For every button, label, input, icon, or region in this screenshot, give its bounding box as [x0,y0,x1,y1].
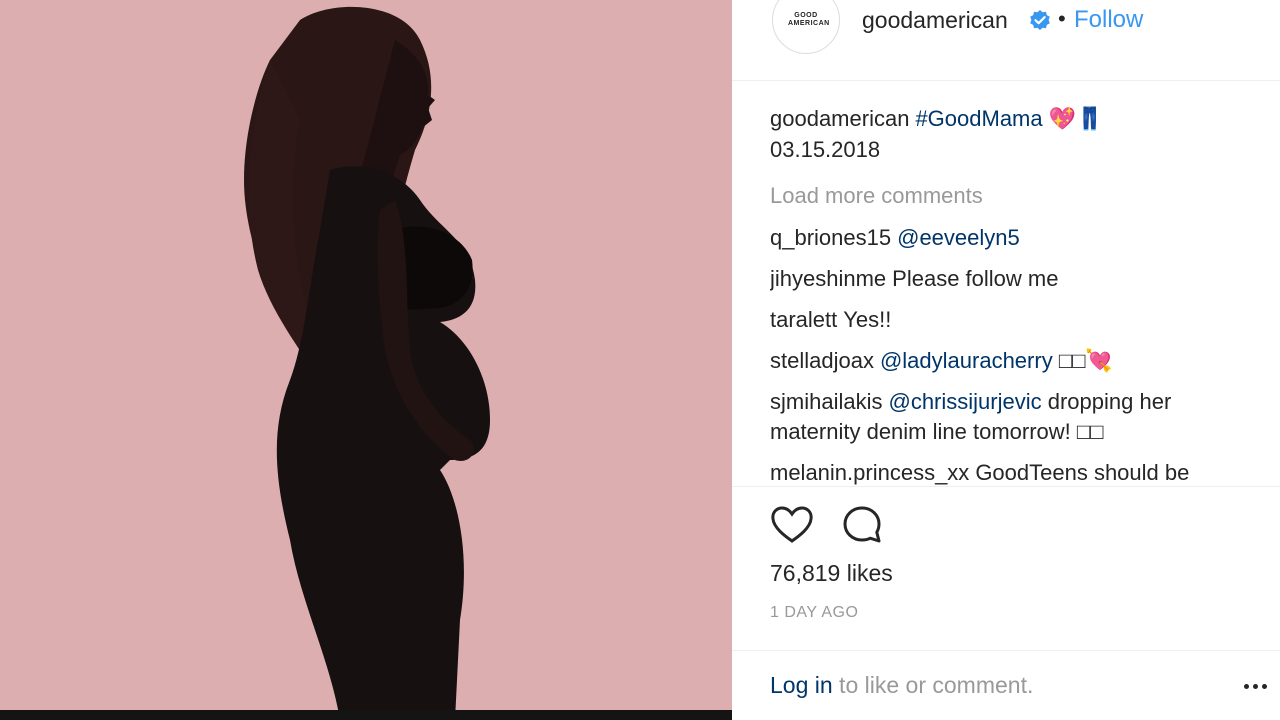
post-time-ago[interactable]: 1 DAY AGO [770,604,858,622]
comment-username[interactable]: taralett [770,307,837,332]
comment-mention[interactable]: @ladylauracherry [880,348,1053,373]
post-header: GOOD AMERICAN goodamerican • Follow [732,0,1280,70]
footer-divider [732,650,1280,651]
verified-badge-icon [1030,10,1050,30]
comment-text: □□💘 [1058,348,1113,373]
follow-button[interactable]: Follow [1074,6,1143,34]
comments-divider [732,486,1280,487]
avatar-logo-text: GOOD AMERICAN [788,12,830,27]
comment-text: Yes!! [843,307,892,332]
silhouette-photo [244,6,490,720]
comment-username[interactable]: jihyeshinme [770,266,886,291]
photo-bottom-bar [0,710,732,720]
comment-item: q_briones15 @eeveelyn5 [770,223,1260,253]
caption: goodamerican #GoodMama 💖👖 [770,104,1260,134]
comment-username[interactable]: stelladjoax [770,348,874,373]
comment-username[interactable]: sjmihailakis [770,389,882,414]
login-link[interactable]: Log in [770,672,833,698]
avatar-circle[interactable]: GOOD AMERICAN [772,0,840,54]
comment-username[interactable]: melanin.princess_xx [770,460,969,485]
comments-list[interactable]: goodamerican #GoodMama 💖👖 03.15.2018 Load… [770,104,1260,486]
comment-text: Please follow me [892,266,1059,291]
comment-text: GoodTeens should be [975,460,1190,485]
comment-mention[interactable]: @eeveelyn5 [897,225,1020,250]
header-username[interactable]: goodamerican [862,7,1008,34]
header-separator: • [1058,6,1066,31]
comment-item: melanin.princess_xx GoodTeens should be [770,458,1260,486]
more-options-icon[interactable] [1244,682,1270,692]
comment-item: stelladjoax @ladylauracherry □□💘 [770,346,1260,376]
comment-item: jihyeshinme Please follow me [770,264,1260,294]
login-prompt: Log in to like or comment. [770,672,1033,699]
comment-icon[interactable] [842,505,882,545]
comment-username[interactable]: q_briones15 [770,225,891,250]
heart-icon[interactable] [770,505,814,545]
caption-hashtag[interactable]: #GoodMama [915,106,1042,131]
caption-date: 03.15.2018 [770,137,881,162]
login-prompt-text: to like or comment. [832,672,1034,698]
comment-item: taralett Yes!! [770,305,1260,335]
comment-mention[interactable]: @chrissijurjevic [888,389,1041,414]
likes-count[interactable]: 76,819 likes [770,560,893,587]
post-side-panel: GOOD AMERICAN goodamerican • Follow good… [732,0,1280,720]
comment-item: sjmihailakis @chrissijurjevic dropping he… [770,387,1260,447]
load-more-comments-button[interactable]: Load more comments [770,181,1260,211]
caption-emoji: 💖👖 [1048,106,1104,131]
header-divider [732,80,1280,81]
avatar[interactable]: GOOD AMERICAN [772,0,840,54]
caption-username[interactable]: goodamerican [770,106,909,131]
post-photo[interactable] [0,0,732,720]
